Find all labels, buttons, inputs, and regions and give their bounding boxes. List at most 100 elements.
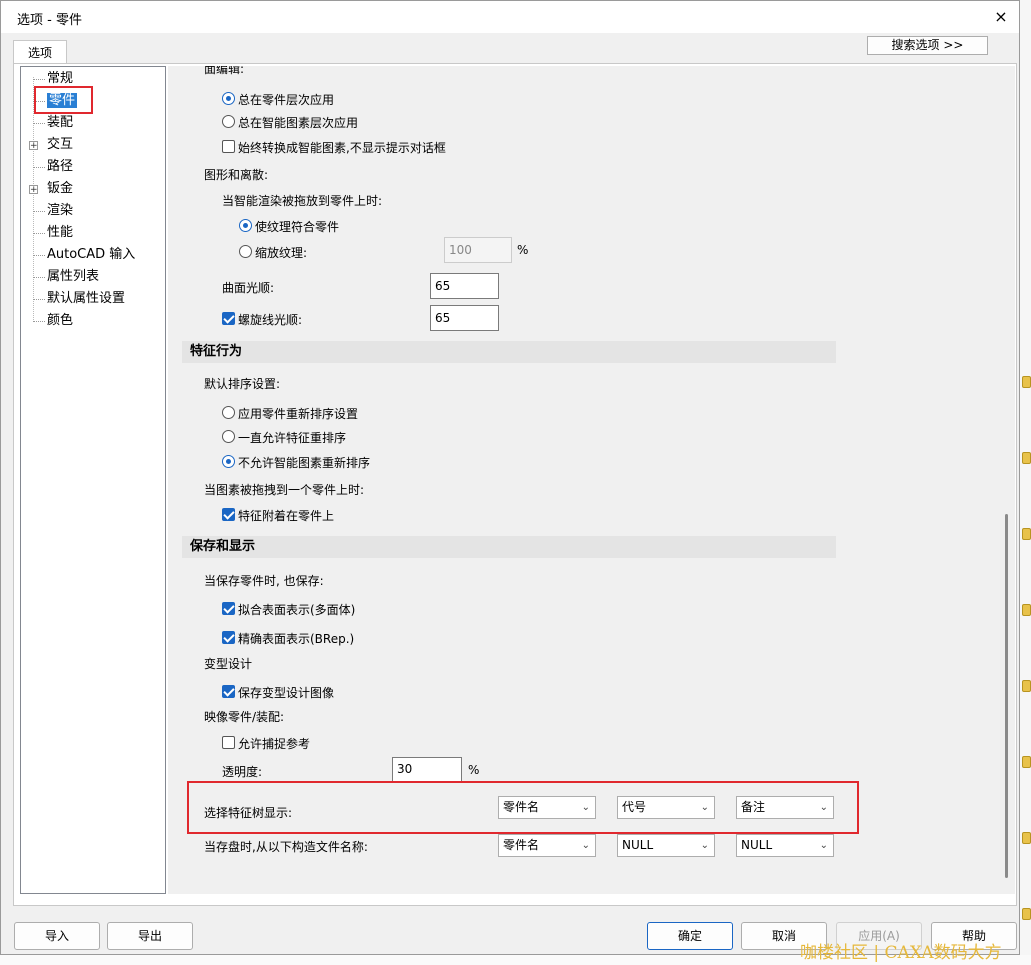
tree-item-assembly[interactable]: 装配: [47, 113, 73, 133]
scale-texture-input[interactable]: 100: [444, 237, 512, 263]
filename-select-3[interactable]: NULL ⌄: [736, 834, 834, 857]
ok-button[interactable]: 确定: [647, 922, 733, 950]
folder-icon: [1022, 680, 1031, 692]
checkbox-allow-snap-reference-label: 允许捕捉参考: [238, 737, 311, 751]
tree-item-property-list[interactable]: 属性列表: [47, 267, 99, 287]
transparency-label: 透明度:: [222, 765, 263, 779]
radio-scale-texture[interactable]: [239, 245, 252, 258]
tree-item-performance[interactable]: 性能: [47, 223, 73, 243]
background-app-strip: [1020, 0, 1031, 965]
tree-item-path[interactable]: 路径: [47, 157, 73, 177]
chevron-down-icon: ⌄: [581, 840, 590, 851]
part-options-content: [168, 66, 1000, 894]
save-also-label: 当保存零件时, 也保存:: [204, 574, 324, 588]
tree-item-label: 钣金: [47, 181, 74, 196]
scale-unit: %: [517, 243, 529, 257]
mirror-part-label: 映像零件/装配:: [204, 710, 285, 724]
chevron-down-icon: ⌄: [819, 840, 828, 851]
folder-icon: [1022, 452, 1031, 464]
radio-apply-part-reorder[interactable]: [222, 406, 235, 419]
checkbox-save-brep[interactable]: [222, 631, 235, 644]
tree-item-label: 颜色: [47, 313, 74, 328]
tree-connector: [33, 167, 45, 168]
checkbox-always-convert[interactable]: [222, 140, 235, 153]
folder-icon: [1022, 604, 1031, 616]
filename-select-1[interactable]: 零件名 ⌄: [498, 834, 596, 857]
search-options-button[interactable]: 搜索选项 >>: [867, 36, 988, 55]
checkbox-save-variant-image[interactable]: [222, 685, 235, 698]
filename-select-2[interactable]: NULL ⌄: [617, 834, 715, 857]
tree-item-interaction[interactable]: 交互: [47, 135, 73, 155]
tree-item-autocad-import[interactable]: AutoCAD 输入: [47, 245, 135, 265]
transparency-input[interactable]: 30: [392, 757, 462, 782]
folder-icon: [1022, 908, 1031, 920]
folder-icon: [1022, 832, 1031, 844]
filename-label: 当存盘时,从以下构造文件名称:: [204, 840, 368, 854]
render-drop-label: 当智能渲染被拖放到零件上时:: [222, 194, 383, 208]
radio-fit-texture[interactable]: [239, 219, 252, 232]
tree-item-sheetmetal[interactable]: 钣金: [47, 179, 73, 199]
radio-disallow-reorder-label: 不允许智能图素重新排序: [238, 456, 371, 470]
scrollbar-thumb[interactable]: [1005, 514, 1008, 878]
checkbox-helix-smooth[interactable]: [222, 312, 235, 325]
transparency-unit: %: [468, 763, 480, 777]
checkbox-save-variant-image-label: 保存变型设计图像: [238, 686, 335, 700]
checkbox-save-faceted[interactable]: [222, 602, 235, 615]
default-sort-label: 默认排序设置:: [204, 377, 281, 391]
helix-smooth-label: 螺旋线光顺:: [238, 313, 303, 327]
import-button[interactable]: 导入: [14, 922, 100, 950]
surface-smooth-label: 曲面光顺:: [222, 281, 275, 295]
radio-part-level-label: 总在零件层次应用: [238, 93, 335, 107]
content-scrollbar[interactable]: [1000, 66, 1015, 894]
radio-disallow-reorder[interactable]: [222, 455, 235, 468]
surface-smooth-input[interactable]: 65: [430, 273, 499, 299]
folder-icon: [1022, 376, 1031, 388]
highlight-box-tree-display: [187, 781, 859, 834]
export-button[interactable]: 导出: [107, 922, 193, 950]
tree-item-default-properties[interactable]: 默认属性设置: [47, 289, 125, 309]
tree-item-label: 路径: [47, 159, 74, 174]
tree-item-render[interactable]: 渲染: [47, 201, 73, 221]
checkbox-attach-feature-label: 特征附着在零件上: [238, 509, 335, 523]
select-value: 零件名: [503, 838, 540, 852]
tree-item-label: 性能: [47, 225, 74, 240]
tree-connector: [33, 123, 45, 124]
tree-connector: [33, 255, 45, 256]
radio-scale-texture-label: 缩放纹理:: [255, 246, 308, 260]
select-value: NULL: [622, 838, 654, 852]
radio-always-allow-reorder-label: 一直允许特征重排序: [238, 431, 347, 445]
select-value: NULL: [741, 838, 773, 852]
radio-smart-element-level[interactable]: [222, 115, 235, 128]
tree-item-label: 渲染: [47, 203, 74, 218]
tree-item-label: 默认属性设置: [47, 291, 126, 306]
tab-options[interactable]: 选项: [13, 40, 67, 65]
chevron-down-icon: ⌄: [700, 840, 709, 851]
checkbox-save-brep-label: 精确表面表示(BRep.): [238, 632, 355, 646]
tree-item-label: 属性列表: [47, 269, 100, 284]
section-feature-behavior: 特征行为: [182, 341, 836, 363]
close-icon[interactable]: ×: [989, 5, 1013, 29]
tree-item-label: 交互: [47, 137, 74, 152]
tree-connector: [33, 277, 45, 278]
tree-item-label: 常规: [47, 71, 74, 86]
graphics-label: 图形和离散:: [204, 168, 269, 182]
title-bar: 选项 - 零件 ×: [1, 1, 1019, 33]
expand-icon[interactable]: +: [29, 185, 38, 195]
checkbox-save-faceted-label: 拟合表面表示(多面体): [238, 603, 356, 617]
folder-icon: [1022, 528, 1031, 540]
helix-smooth-input[interactable]: 65: [430, 305, 499, 331]
tree-connector: [33, 211, 45, 212]
checkbox-attach-feature[interactable]: [222, 508, 235, 521]
radio-part-level[interactable]: [222, 92, 235, 105]
tree-item-label: 装配: [47, 115, 74, 130]
options-tree[interactable]: 常规 零件 装配 + 交互 路径 + 钣金 渲染 性能 AutoCAD 输入 属…: [20, 66, 166, 894]
expand-icon[interactable]: +: [29, 141, 38, 151]
radio-always-allow-reorder[interactable]: [222, 430, 235, 443]
radio-fit-texture-label: 使纹理符合零件: [255, 220, 340, 234]
folder-icon: [1022, 756, 1031, 768]
checkbox-always-convert-label: 始终转换成智能图素,不显示提示对话框: [238, 141, 446, 155]
variant-design-label: 变型设计: [204, 657, 253, 671]
tree-item-color[interactable]: 颜色: [47, 311, 73, 331]
drag-onto-part-label: 当图素被拖拽到一个零件上时:: [204, 483, 365, 497]
checkbox-allow-snap-reference[interactable]: [222, 736, 235, 749]
